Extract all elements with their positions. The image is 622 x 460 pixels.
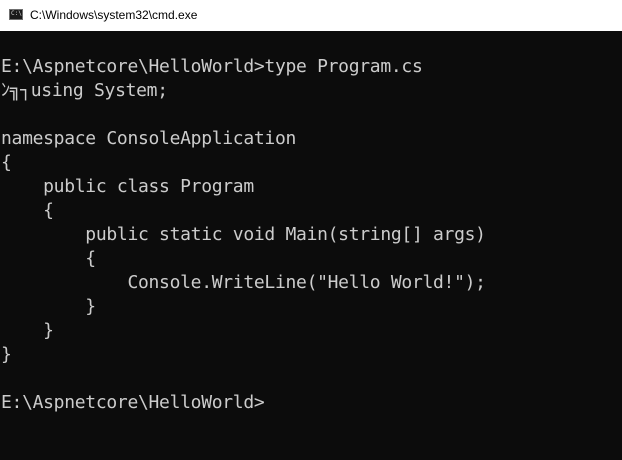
console-line: public class Program (1, 176, 254, 197)
console-line: namespace ConsoleApplication (1, 128, 297, 149)
console-line: } (1, 296, 96, 317)
console-icon-glyph: C:\ (11, 10, 22, 17)
title-bar[interactable]: C:\ C:\Windows\system32\cmd.exe (0, 0, 622, 31)
console-line: { (1, 200, 54, 221)
console-output: E:\Aspnetcore\HelloWorld>type Program.cs… (1, 55, 486, 415)
console-line: { (1, 152, 12, 173)
cmd-console-icon[interactable]: C:\ (9, 9, 23, 20)
console-line: { (1, 248, 96, 269)
console-output-area[interactable]: E:\Aspnetcore\HelloWorld>type Program.cs… (0, 31, 622, 460)
console-line: public static void Main(string[] args) (1, 224, 486, 245)
console-line-command: E:\Aspnetcore\HelloWorld>type Program.cs (1, 56, 423, 77)
console-line-prompt: E:\Aspnetcore\HelloWorld> (1, 392, 265, 413)
console-line: ﾝ╗┐using System; (1, 80, 168, 101)
console-line: } (1, 320, 54, 341)
console-line: Console.WriteLine("Hello World!"); (1, 272, 486, 293)
console-line: } (1, 344, 12, 365)
cmd-window: C:\ C:\Windows\system32\cmd.exe E:\Aspne… (0, 0, 622, 460)
window-title: C:\Windows\system32\cmd.exe (30, 8, 198, 22)
